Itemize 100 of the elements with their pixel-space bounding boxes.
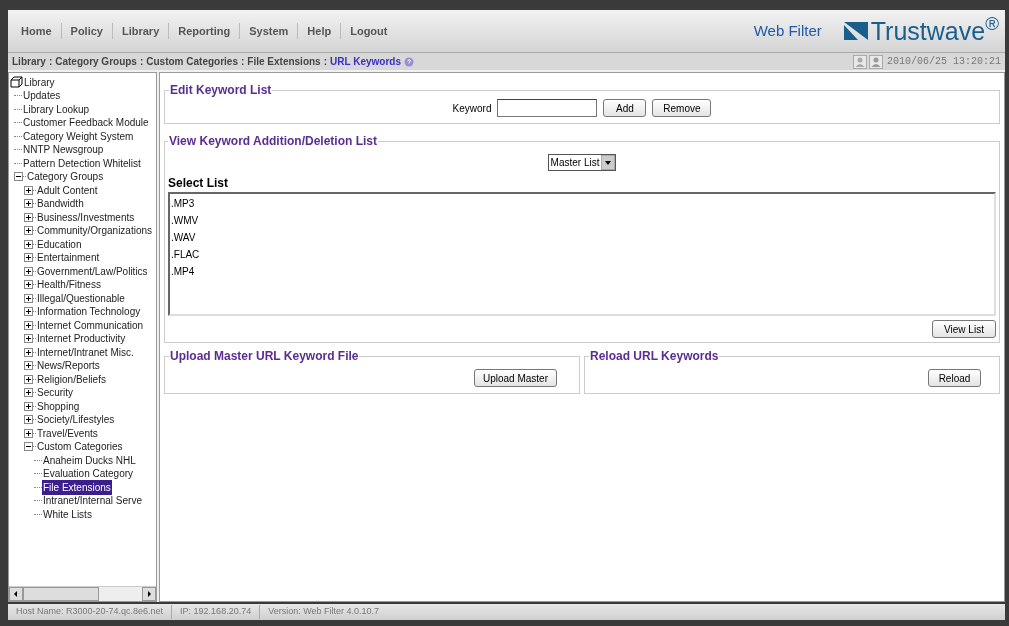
product-name: Web Filter bbox=[753, 20, 822, 41]
tree-item[interactable]: Anaheim Ducks NHL bbox=[42, 452, 137, 468]
tree-item[interactable]: Illegal/Questionable bbox=[36, 290, 126, 306]
keyword-input[interactable] bbox=[497, 99, 598, 117]
breadcrumb-link[interactable]: File Extensions bbox=[247, 54, 321, 69]
tree-item[interactable]: Shopping bbox=[36, 398, 81, 414]
list-item[interactable]: .MP3 bbox=[171, 197, 195, 214]
scroll-left-icon[interactable] bbox=[9, 587, 23, 601]
section-title: Upload Master URL Keyword File bbox=[169, 348, 360, 365]
tree-item[interactable]: Society/Lifestyles bbox=[36, 412, 116, 428]
tree-item[interactable]: Adult Content bbox=[36, 182, 99, 198]
expand-icon[interactable] bbox=[24, 361, 33, 371]
expand-icon[interactable] bbox=[24, 334, 33, 344]
expand-icon[interactable] bbox=[24, 415, 33, 425]
tree-item[interactable]: Updates bbox=[22, 88, 62, 104]
breadcrumb-separator: : bbox=[139, 55, 144, 69]
expand-icon[interactable] bbox=[24, 199, 33, 209]
select-listbox[interactable]: .MP3 .WMV .WAV .FLAC .MP4 bbox=[168, 192, 996, 316]
nav-link[interactable]: Library bbox=[112, 22, 170, 40]
expand-icon[interactable] bbox=[24, 307, 33, 317]
nav-link[interactable]: System bbox=[240, 22, 299, 40]
tree-item[interactable]: Entertainment bbox=[36, 250, 101, 266]
tree-item[interactable]: Community/Organizations bbox=[36, 223, 154, 239]
breadcrumb-separator: : bbox=[240, 55, 245, 69]
tree-item[interactable]: Bandwidth bbox=[36, 196, 85, 212]
tree-item[interactable]: Category Weight System bbox=[22, 128, 135, 144]
tree-item[interactable]: Internet Communication bbox=[36, 317, 145, 333]
tree-item[interactable]: News/Reports bbox=[36, 358, 101, 374]
status-text: Version: Web Filter 4.0.10.7 bbox=[267, 605, 381, 619]
list-item[interactable]: .FLAC bbox=[171, 248, 200, 265]
tree-item[interactable]: Customer Feedback Module bbox=[22, 115, 150, 131]
add-button[interactable]: Add bbox=[603, 99, 647, 117]
collapse-icon[interactable] bbox=[24, 442, 33, 452]
expand-icon[interactable] bbox=[24, 347, 33, 357]
section-title: Edit Keyword List bbox=[169, 82, 273, 99]
tree-root[interactable]: Library bbox=[24, 74, 55, 90]
expand-icon[interactable] bbox=[24, 253, 33, 263]
nav-link[interactable]: Logout bbox=[341, 22, 397, 40]
brand-logo: Trustwave$^{®}$ bbox=[870, 18, 999, 44]
tree-item[interactable]: Business/Investments bbox=[36, 209, 136, 225]
tree-item[interactable]: Library Lookup bbox=[22, 101, 91, 117]
expand-icon[interactable] bbox=[24, 226, 33, 236]
expand-icon[interactable] bbox=[24, 428, 33, 438]
nav-link[interactable]: Reporting bbox=[169, 22, 241, 40]
breadcrumb-link[interactable]: Category Groups bbox=[55, 54, 137, 69]
horizontal-scrollbar[interactable] bbox=[9, 586, 156, 601]
list-item[interactable]: .WMV bbox=[171, 214, 199, 231]
breadcrumb-link[interactable]: Library bbox=[12, 54, 46, 69]
expand-icon[interactable] bbox=[24, 280, 33, 290]
logo-icon bbox=[843, 22, 868, 40]
tree-item[interactable]: White Lists bbox=[42, 506, 93, 522]
list-label: Select List bbox=[168, 175, 230, 192]
upload-master-button[interactable]: Upload Master bbox=[474, 369, 557, 387]
expand-icon[interactable] bbox=[24, 401, 33, 411]
expand-icon[interactable] bbox=[24, 293, 33, 303]
list-item[interactable]: .MP4 bbox=[171, 265, 195, 282]
reload-button[interactable]: Reload bbox=[928, 369, 981, 387]
tree-item[interactable]: Intranet/Internal Serve bbox=[42, 493, 143, 509]
nav-link[interactable]: Policy bbox=[61, 22, 113, 40]
list-dropdown[interactable]: Master List bbox=[547, 154, 617, 171]
dropdown-arrow-icon[interactable] bbox=[601, 155, 616, 170]
status-text: IP: 192.168.20.74 bbox=[172, 605, 261, 619]
tree-item[interactable]: Travel/Events bbox=[36, 425, 99, 441]
nav-link[interactable]: Help bbox=[298, 22, 342, 40]
tree-item[interactable]: File Extensions bbox=[42, 479, 112, 495]
tree-item[interactable]: Information Technology bbox=[36, 304, 142, 320]
breadcrumb-separator: : bbox=[323, 55, 327, 69]
tree-item[interactable]: Religion/Beliefs bbox=[36, 371, 107, 387]
tree-item[interactable]: Internet Productivity bbox=[36, 331, 127, 347]
expand-icon[interactable] bbox=[24, 185, 33, 195]
tree-item[interactable]: Internet/Intranet Misc. bbox=[36, 344, 135, 360]
expand-icon[interactable] bbox=[24, 266, 33, 276]
breadcrumb-link[interactable]: Custom Categories bbox=[146, 54, 238, 69]
tree-item[interactable]: NNTP Newsgroup bbox=[22, 142, 105, 158]
tree-item[interactable]: Education bbox=[36, 236, 83, 252]
collapse-icon[interactable] bbox=[14, 172, 23, 182]
expand-icon[interactable] bbox=[24, 239, 33, 249]
expand-icon[interactable] bbox=[24, 320, 33, 330]
scroll-thumb[interactable] bbox=[23, 587, 99, 601]
list-item[interactable]: .WAV bbox=[171, 231, 196, 248]
tree-item[interactable]: Government/Law/Politics bbox=[36, 263, 149, 279]
tree-item[interactable]: Custom Categories bbox=[36, 439, 124, 455]
tree-item[interactable]: Health/Fitness bbox=[36, 277, 102, 293]
timestamp: 2010/06/25 13:20:21 bbox=[886, 55, 1001, 69]
view-list-button[interactable]: View List bbox=[932, 320, 996, 338]
field-label: Keyword bbox=[452, 101, 492, 116]
tree-item[interactable]: Evaluation Category bbox=[42, 466, 135, 482]
status-text: Host Name: R3000-20-74.qc.8e6.net bbox=[8, 605, 173, 619]
expand-icon[interactable] bbox=[24, 212, 33, 222]
tree-item[interactable]: Category Groups bbox=[26, 169, 105, 185]
current-page-label: URL Keywords bbox=[330, 55, 401, 69]
section-title: View Keyword Addition/Deletion List bbox=[168, 133, 379, 150]
breadcrumb-separator: : bbox=[48, 55, 53, 69]
tree-item[interactable]: Security bbox=[36, 385, 75, 401]
tree-item[interactable]: Pattern Detection Whitelist bbox=[22, 155, 142, 171]
remove-button[interactable]: Remove bbox=[652, 99, 712, 117]
expand-icon[interactable] bbox=[24, 388, 33, 398]
nav-link[interactable]: Home bbox=[12, 22, 62, 40]
expand-icon[interactable] bbox=[24, 374, 33, 384]
scroll-right-icon[interactable] bbox=[142, 587, 156, 601]
